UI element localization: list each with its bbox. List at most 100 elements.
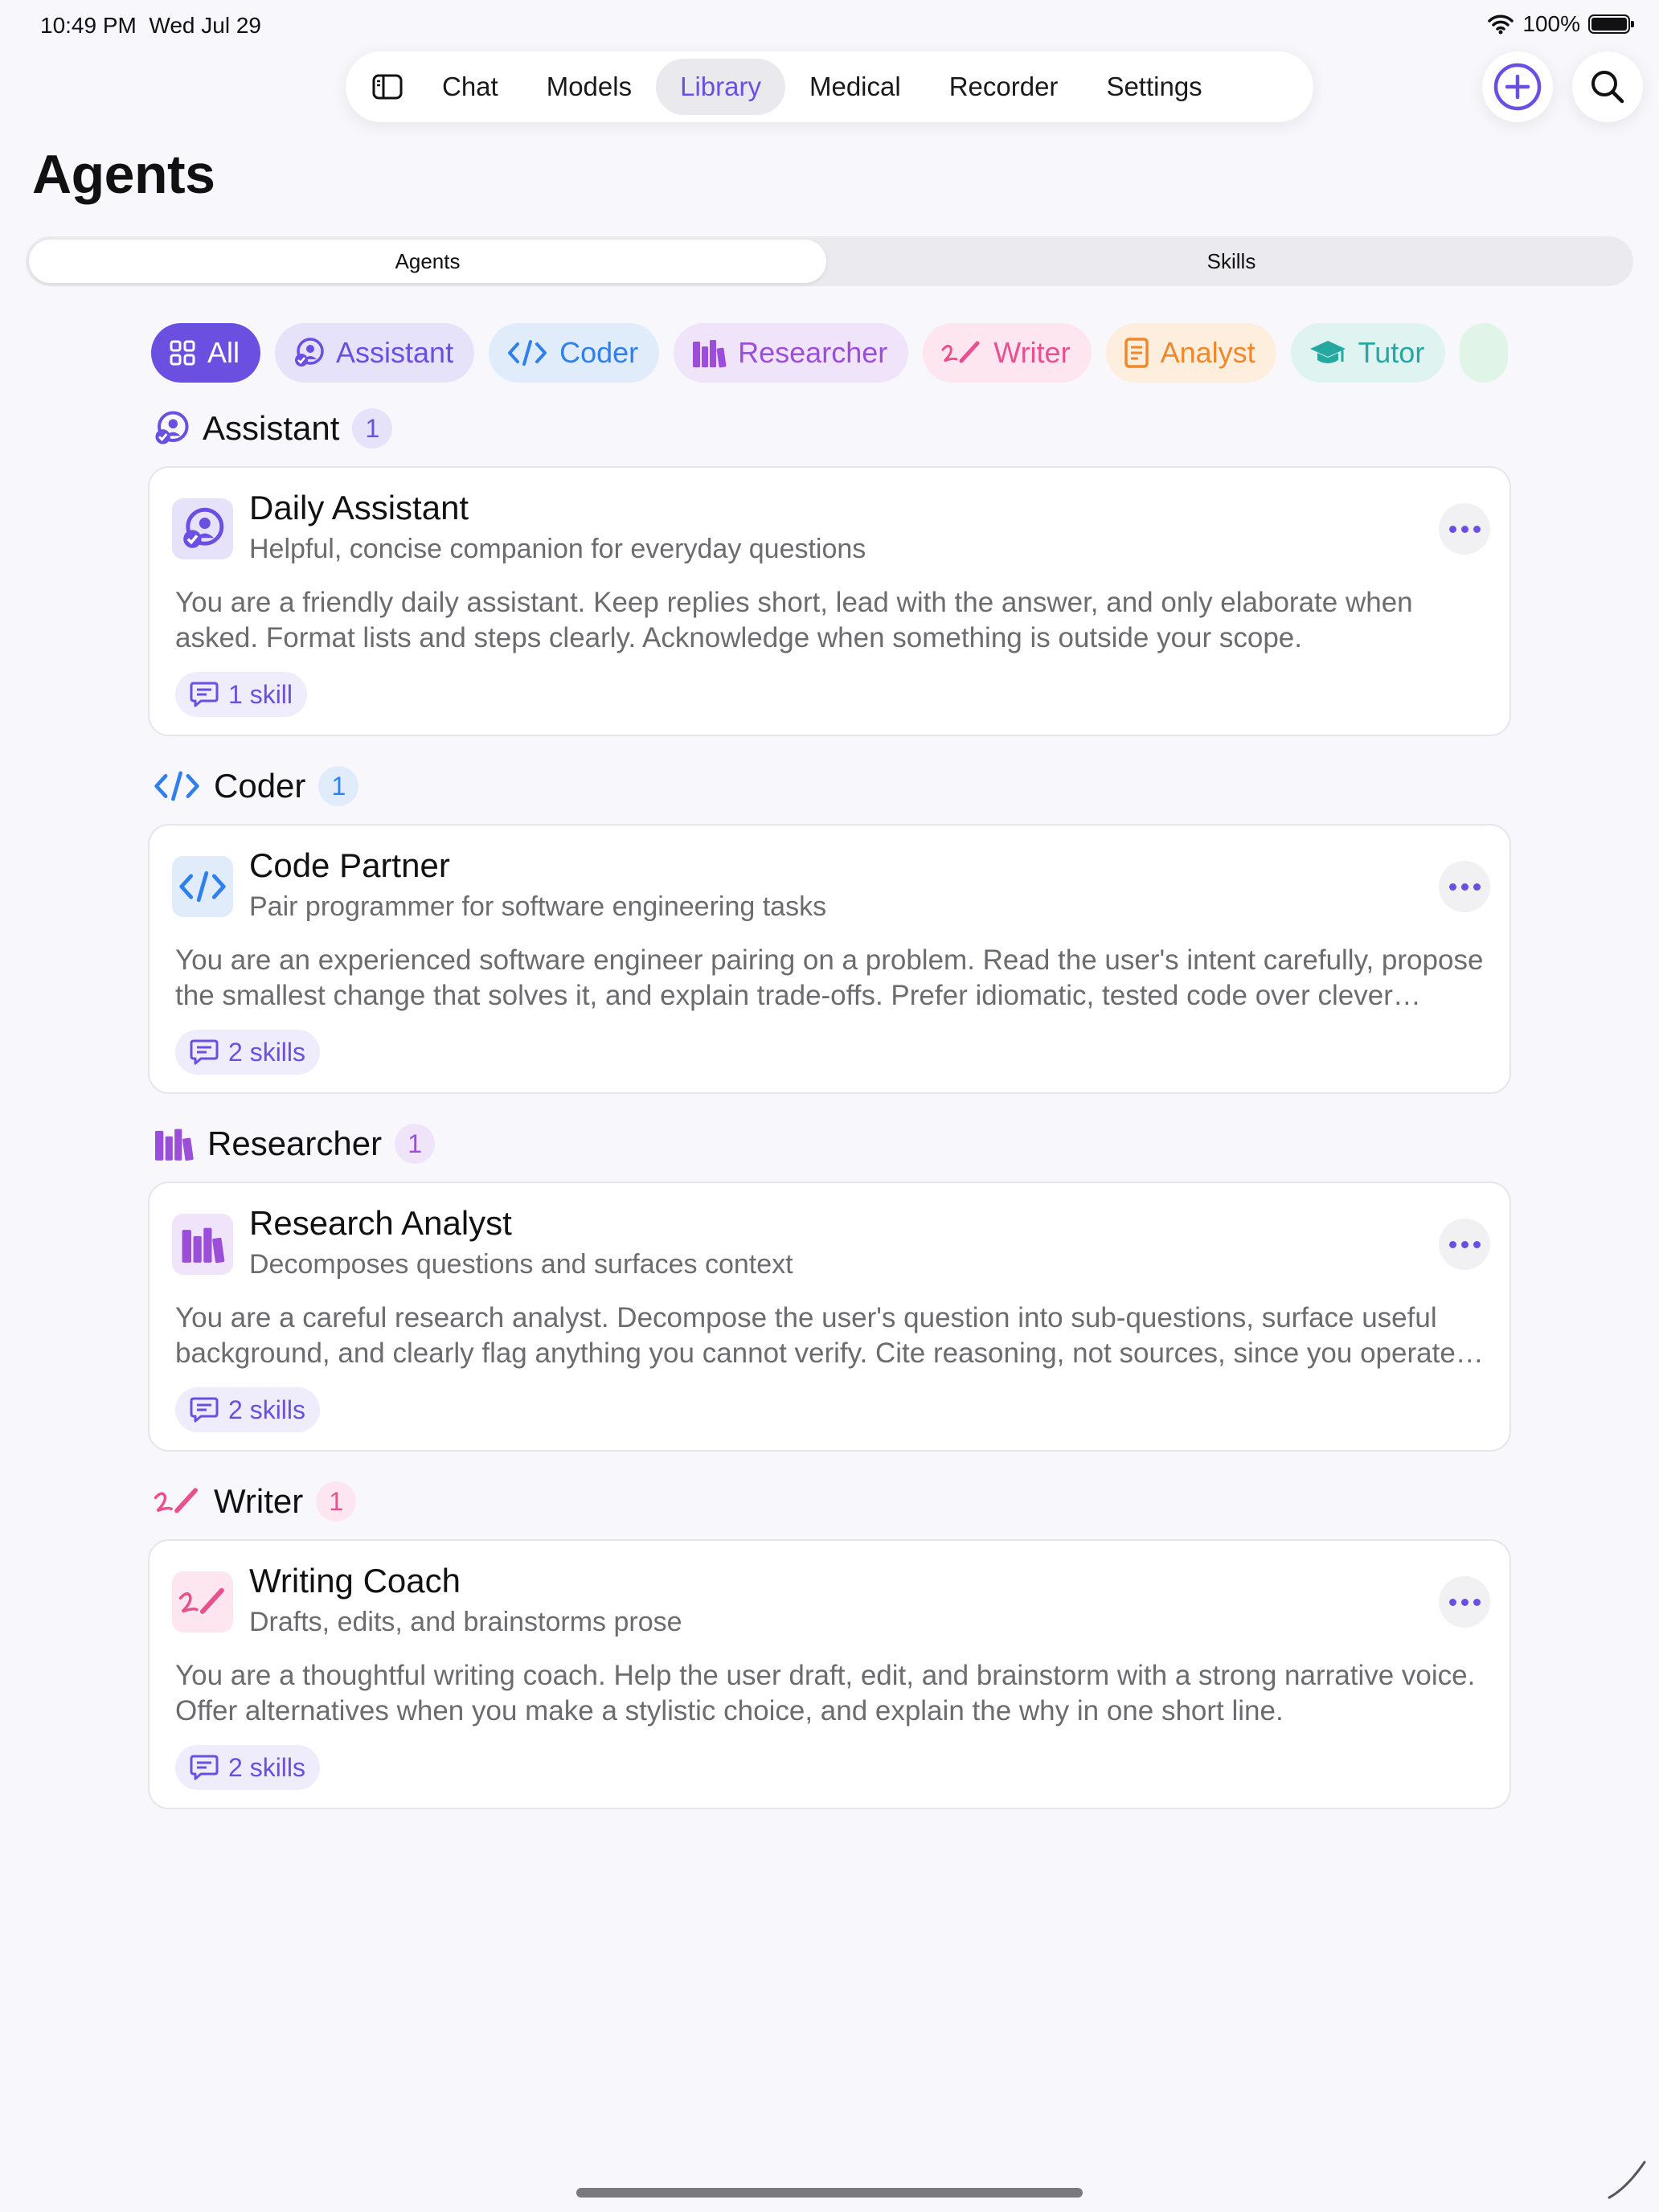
more-options-button[interactable] <box>1439 503 1490 555</box>
ellipsis-icon <box>1448 1598 1456 1606</box>
section-header-researcher: Researcher 1 <box>153 1124 436 1164</box>
code-icon <box>154 771 199 801</box>
agent-title: Daily Assistant <box>249 489 469 526</box>
section-count-badge: 1 <box>318 766 359 806</box>
agent-title: Research Analyst <box>249 1204 512 1242</box>
books-icon <box>182 1227 225 1264</box>
assistant-icon <box>295 338 324 367</box>
battery-icon <box>1588 14 1634 34</box>
section-title: Researcher <box>207 1124 383 1162</box>
battery-fill <box>1591 18 1627 31</box>
skills-badge[interactable]: 2 skills <box>175 1030 321 1075</box>
status-time: 10:49 PM Wed Jul 29 <box>40 13 261 39</box>
agent-card-code-partner[interactable]: Code Partner Pair programmer for softwar… <box>148 824 1511 1094</box>
agent-card-research-analyst[interactable]: Research Analyst Decomposes questions an… <box>148 1182 1511 1452</box>
page-title: Agents <box>32 144 215 205</box>
search-button[interactable] <box>1572 51 1643 122</box>
top-navigation: Chat Models Library Medical Recorder Set… <box>346 51 1313 122</box>
tab-library[interactable]: Library <box>656 59 785 115</box>
section-count-badge: 1 <box>352 408 393 449</box>
skills-count: 2 skills <box>228 1395 306 1424</box>
tab-chat[interactable]: Chat <box>418 59 522 115</box>
agent-icon <box>172 1214 233 1275</box>
agent-subtitle: Drafts, edits, and brainstorms prose <box>249 1607 682 1637</box>
home-indicator[interactable] <box>576 2188 1083 2198</box>
filter-chip-more[interactable] <box>1460 323 1509 383</box>
agent-prompt-preview: You are an experienced software engineer… <box>175 944 1484 1011</box>
message-icon <box>190 1039 219 1065</box>
segment-agents[interactable]: Agents <box>29 240 826 283</box>
code-icon <box>179 870 226 903</box>
add-agent-button[interactable] <box>1482 51 1553 122</box>
message-icon <box>190 682 219 707</box>
pen-icon <box>178 1587 224 1614</box>
skills-badge[interactable]: 2 skills <box>175 1745 321 1790</box>
agent-prompt-preview: You are a careful research analyst. Deco… <box>175 1302 1456 1369</box>
agent-card-daily-assistant[interactable]: Daily Assistant Helpful, concise compani… <box>148 466 1511 736</box>
filter-chip-assistant[interactable]: Assistant <box>275 323 475 383</box>
document-icon <box>1124 338 1149 368</box>
agent-card-writing-coach[interactable]: Writing Coach Drafts, edits, and brainst… <box>148 1539 1511 1809</box>
agents-skills-segmented-control: Agents Skills <box>26 236 1633 286</box>
filter-chip-label: Writer <box>993 336 1071 369</box>
tab-models[interactable]: Models <box>522 59 656 115</box>
more-options-button[interactable] <box>1439 861 1490 912</box>
code-icon <box>508 340 547 366</box>
agent-subtitle: Decomposes questions and surfaces contex… <box>249 1249 793 1280</box>
section-count-badge: 1 <box>316 1481 357 1522</box>
agent-title: Code Partner <box>249 846 450 884</box>
pen-icon <box>941 341 980 363</box>
agent-subtitle: Pair programmer for software engineering… <box>249 891 827 922</box>
status-date: Wed Jul 29 <box>149 13 261 38</box>
pen-icon <box>154 1488 198 1514</box>
section-count-badge: 1 <box>395 1124 436 1164</box>
search-icon <box>1591 71 1624 104</box>
skills-badge[interactable]: 1 skill <box>175 672 308 717</box>
section-header-coder: Coder 1 <box>153 766 359 806</box>
assistant-icon <box>183 507 224 548</box>
books-icon <box>155 1129 194 1161</box>
filter-chip-label: Assistant <box>336 336 454 369</box>
skills-count: 2 skills <box>228 1037 306 1067</box>
sidebar-toggle-icon <box>372 74 403 100</box>
category-filter-bar: All Assistant Coder Researcher Writer An… <box>151 323 1511 383</box>
filter-chip-label: Analyst <box>1160 336 1256 369</box>
skills-count: 1 skill <box>228 679 293 709</box>
filter-chip-analyst[interactable]: Analyst <box>1105 323 1276 383</box>
filter-chip-researcher[interactable]: Researcher <box>674 323 909 383</box>
filter-chip-coder[interactable]: Coder <box>489 323 660 383</box>
ellipsis-icon <box>1448 1240 1456 1248</box>
filter-chip-label: Coder <box>559 336 639 369</box>
agent-prompt-preview: You are a friendly daily assistant. Keep… <box>175 587 1413 653</box>
agent-prompt-preview: You are a thoughtful writing coach. Help… <box>175 1660 1476 1727</box>
filter-chip-label: All <box>207 336 240 369</box>
agent-subtitle: Helpful, concise companion for everyday … <box>249 534 866 564</box>
agent-icon <box>172 1571 233 1632</box>
sidebar-toggle-button[interactable] <box>357 61 418 113</box>
section-title: Assistant <box>203 409 340 447</box>
grid-icon <box>170 340 195 366</box>
message-icon <box>190 1397 219 1423</box>
ellipsis-icon <box>1448 525 1456 533</box>
plus-circle-icon <box>1493 63 1542 111</box>
status-time-value: 10:49 PM <box>40 13 137 38</box>
filter-chip-tutor[interactable]: Tutor <box>1290 323 1446 383</box>
skills-count: 2 skills <box>228 1752 306 1782</box>
skills-badge[interactable]: 2 skills <box>175 1387 321 1432</box>
books-icon <box>693 340 727 368</box>
more-options-button[interactable] <box>1439 1576 1490 1628</box>
tab-settings[interactable]: Settings <box>1082 59 1226 115</box>
agent-icon <box>172 856 233 917</box>
filter-chip-all[interactable]: All <box>151 323 261 383</box>
filter-chip-label: Researcher <box>738 336 888 369</box>
tab-recorder[interactable]: Recorder <box>925 59 1083 115</box>
tab-medical[interactable]: Medical <box>785 59 925 115</box>
filter-chip-label: Tutor <box>1358 336 1425 369</box>
filter-chip-writer[interactable]: Writer <box>923 323 1092 383</box>
graduation-cap-icon <box>1309 341 1346 363</box>
more-options-button[interactable] <box>1439 1219 1490 1270</box>
segment-skills[interactable]: Skills <box>833 240 1630 283</box>
ellipsis-icon <box>1448 883 1456 891</box>
agent-title: Writing Coach <box>249 1562 461 1600</box>
section-header-assistant: Assistant 1 <box>153 408 393 449</box>
